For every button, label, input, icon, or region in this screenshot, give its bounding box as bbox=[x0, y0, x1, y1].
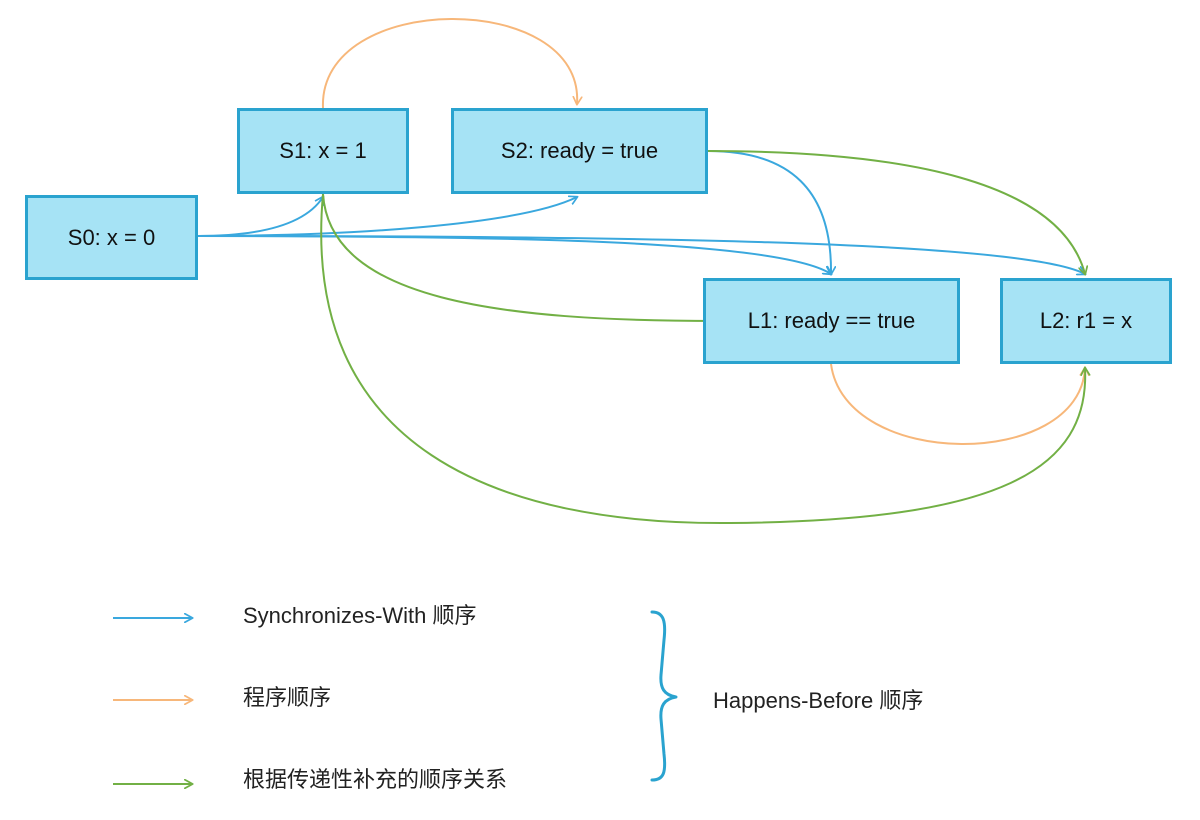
edge-s0-s2-synchronizes-with bbox=[197, 197, 577, 237]
node-s1: S1: x = 1 bbox=[237, 108, 409, 194]
legend-happens-before-label: Happens-Before 顺序 bbox=[713, 688, 924, 713]
legend-program-order-label: 程序顺序 bbox=[243, 685, 332, 710]
legend-transitive-label: 根据传递性补充的顺序关系 bbox=[243, 767, 508, 792]
node-l2: L2: r1 = x bbox=[1000, 278, 1172, 364]
node-s0: S0: x = 0 bbox=[25, 195, 198, 280]
legend-brace bbox=[650, 610, 678, 782]
edge-s1-s2-program-order bbox=[321, 18, 577, 109]
node-s2: S2: ready = true bbox=[451, 108, 708, 194]
edge-s0-l2-synchronizes-with bbox=[197, 235, 1085, 274]
node-l1: L1: ready == true bbox=[703, 278, 960, 364]
legend-synchronizes-with-label: Synchronizes-With 顺序 bbox=[243, 603, 477, 628]
edge-s0-s1-synchronizes-with bbox=[197, 197, 323, 237]
edge-l1-l2-program-order bbox=[830, 363, 1085, 445]
